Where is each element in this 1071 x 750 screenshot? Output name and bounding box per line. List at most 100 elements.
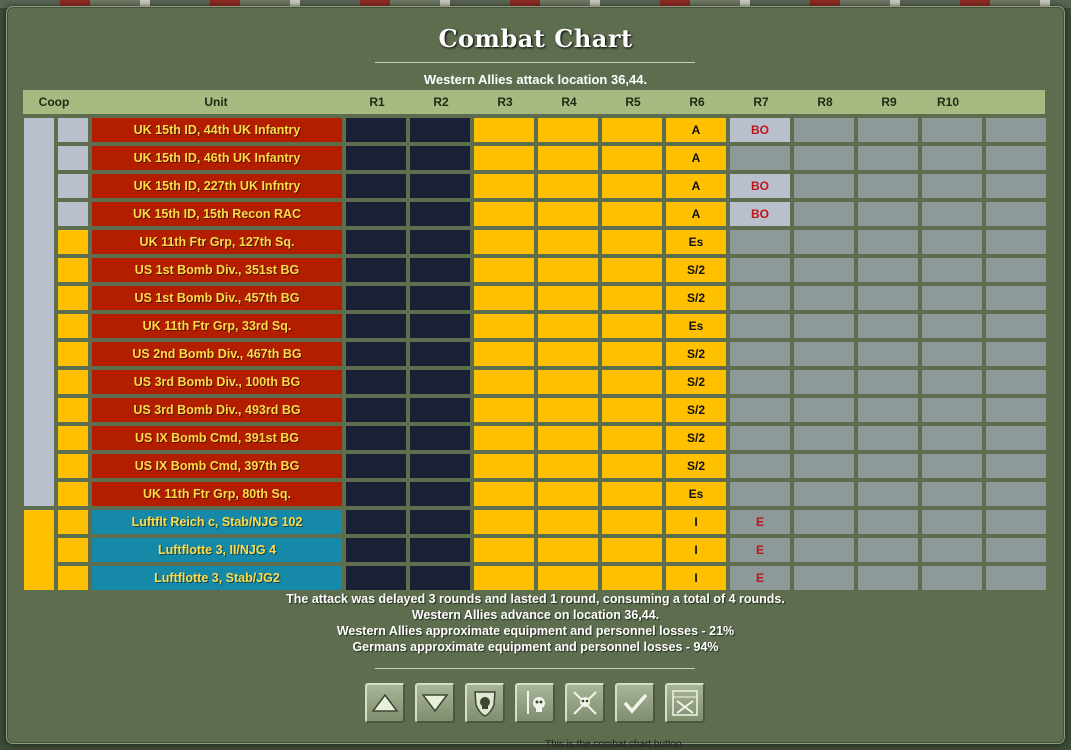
all-losses-button[interactable] <box>565 683 605 723</box>
round-cell-r3 <box>474 258 534 282</box>
unit-name-cell[interactable]: UK 15th ID, 44th UK Infantry <box>92 118 342 142</box>
round-cell-r10 <box>922 426 982 450</box>
scroll-up-button[interactable] <box>365 683 405 723</box>
round-cell-r8 <box>794 230 854 254</box>
unit-name-cell[interactable]: US 2nd Bomb Div., 467th BG <box>92 342 342 366</box>
title-divider <box>375 62 695 63</box>
unit-name-cell[interactable]: UK 11th Ftr Grp, 80th Sq. <box>92 482 342 506</box>
round-cell-r9 <box>858 426 918 450</box>
round-cell-r5 <box>602 426 662 450</box>
round-cell-r1 <box>346 230 406 254</box>
round-cell-r3 <box>474 538 534 562</box>
unit-name-cell[interactable]: UK 11th Ftr Grp, 33rd Sq. <box>92 314 342 338</box>
scroll-down-button[interactable] <box>415 683 455 723</box>
round-cell-r8 <box>794 174 854 198</box>
round-cell-r8 <box>794 482 854 506</box>
round-cell-r6: A <box>666 146 726 170</box>
round-cell-r4 <box>538 118 598 142</box>
round-cell-r6: S/2 <box>666 370 726 394</box>
unit-name-cell[interactable]: Luftflotte 3, Stab/JG2 <box>92 566 342 590</box>
round-cell-r5 <box>602 370 662 394</box>
round-cell-r4 <box>538 202 598 226</box>
round-cell-r6: Es <box>666 482 726 506</box>
round-cell-r8 <box>794 314 854 338</box>
attacker-losses-button[interactable] <box>515 683 555 723</box>
unit-name-cell[interactable]: UK 11th Ftr Grp, 127th Sq. <box>92 230 342 254</box>
unit-name-cell[interactable]: US IX Bomb Cmd, 397th BG <box>92 454 342 478</box>
header-r9: R9 <box>881 95 897 109</box>
round-cell-tail <box>986 342 1046 366</box>
round-cell-r5 <box>602 202 662 226</box>
unit-name-cell[interactable]: UK 15th ID, 15th Recon RAC <box>92 202 342 226</box>
round-cell-r5 <box>602 454 662 478</box>
round-cell-r10 <box>922 230 982 254</box>
round-cell-r3 <box>474 370 534 394</box>
round-cell-r6: Es <box>666 314 726 338</box>
unit-name-cell[interactable]: US 1st Bomb Div., 457th BG <box>92 286 342 310</box>
window-title: Combat Chart <box>438 24 633 53</box>
round-cell-r10 <box>922 342 982 366</box>
round-cell-r4 <box>538 258 598 282</box>
round-cell-r1 <box>346 426 406 450</box>
round-cell-r3 <box>474 202 534 226</box>
coop-cell <box>58 174 88 198</box>
round-cell-r9 <box>858 202 918 226</box>
round-cell-tail <box>986 370 1046 394</box>
unit-name-cell[interactable]: US 1st Bomb Div., 351st BG <box>92 258 342 282</box>
round-cell-r1 <box>346 286 406 310</box>
combat-map-button[interactable] <box>665 683 705 723</box>
round-cell-r9 <box>858 230 918 254</box>
round-cell-r9 <box>858 286 918 310</box>
coop-cell <box>58 538 88 562</box>
round-cell-r2 <box>410 230 470 254</box>
unit-name-cell[interactable]: UK 15th ID, 227th UK Infntry <box>92 174 342 198</box>
round-cell-r7 <box>730 426 790 450</box>
round-cell-r6: I <box>666 510 726 534</box>
round-cell-r8 <box>794 286 854 310</box>
round-cell-r3 <box>474 454 534 478</box>
round-cell-r1 <box>346 202 406 226</box>
unit-name-cell[interactable]: US 3rd Bomb Div., 493rd BG <box>92 398 342 422</box>
round-cell-r10 <box>922 566 982 590</box>
round-cell-r1 <box>346 370 406 394</box>
round-cell-r2 <box>410 370 470 394</box>
round-cell-r4 <box>538 286 598 310</box>
header-r6: R6 <box>689 95 705 109</box>
round-cell-r6: A <box>666 118 726 142</box>
header-coop: Coop <box>38 95 70 109</box>
round-cell-r9 <box>858 398 918 422</box>
triangle-down-icon <box>421 694 449 713</box>
round-cell-r4 <box>538 314 598 338</box>
round-cell-r5 <box>602 230 662 254</box>
round-cell-r5 <box>602 286 662 310</box>
unit-name-cell[interactable]: UK 15th ID, 46th UK Infantry <box>92 146 342 170</box>
unit-name-cell[interactable]: Luftflt Reich c, Stab/NJG 102 <box>92 510 342 534</box>
header-unit: Unit <box>204 95 228 109</box>
unit-name-cell[interactable]: US 3rd Bomb Div., 100th BG <box>92 370 342 394</box>
round-cell-r3 <box>474 314 534 338</box>
sword-skull-icon <box>527 691 545 714</box>
round-cell-r1 <box>346 566 406 590</box>
round-cell-r10 <box>922 146 982 170</box>
round-cell-r7: E <box>730 538 790 562</box>
round-cell-tail <box>986 174 1046 198</box>
confirm-button[interactable] <box>615 683 655 723</box>
round-cell-r9 <box>858 370 918 394</box>
round-cell-r8 <box>794 538 854 562</box>
round-cell-r5 <box>602 258 662 282</box>
round-cell-r1 <box>346 174 406 198</box>
round-cell-r6: S/2 <box>666 398 726 422</box>
round-cell-r1 <box>346 146 406 170</box>
round-cell-r5 <box>602 510 662 534</box>
round-cell-r7: BO <box>730 174 790 198</box>
defender-losses-button[interactable] <box>465 683 505 723</box>
unit-name-cell[interactable]: Luftflotte 3, II/NJG 4 <box>92 538 342 562</box>
round-cell-r1 <box>346 538 406 562</box>
round-cell-r3 <box>474 146 534 170</box>
round-cell-r3 <box>474 174 534 198</box>
coop-cell <box>58 370 88 394</box>
round-cell-r7 <box>730 314 790 338</box>
round-cell-r10 <box>922 454 982 478</box>
round-cell-r5 <box>602 398 662 422</box>
unit-name-cell[interactable]: US IX Bomb Cmd, 391st BG <box>92 426 342 450</box>
